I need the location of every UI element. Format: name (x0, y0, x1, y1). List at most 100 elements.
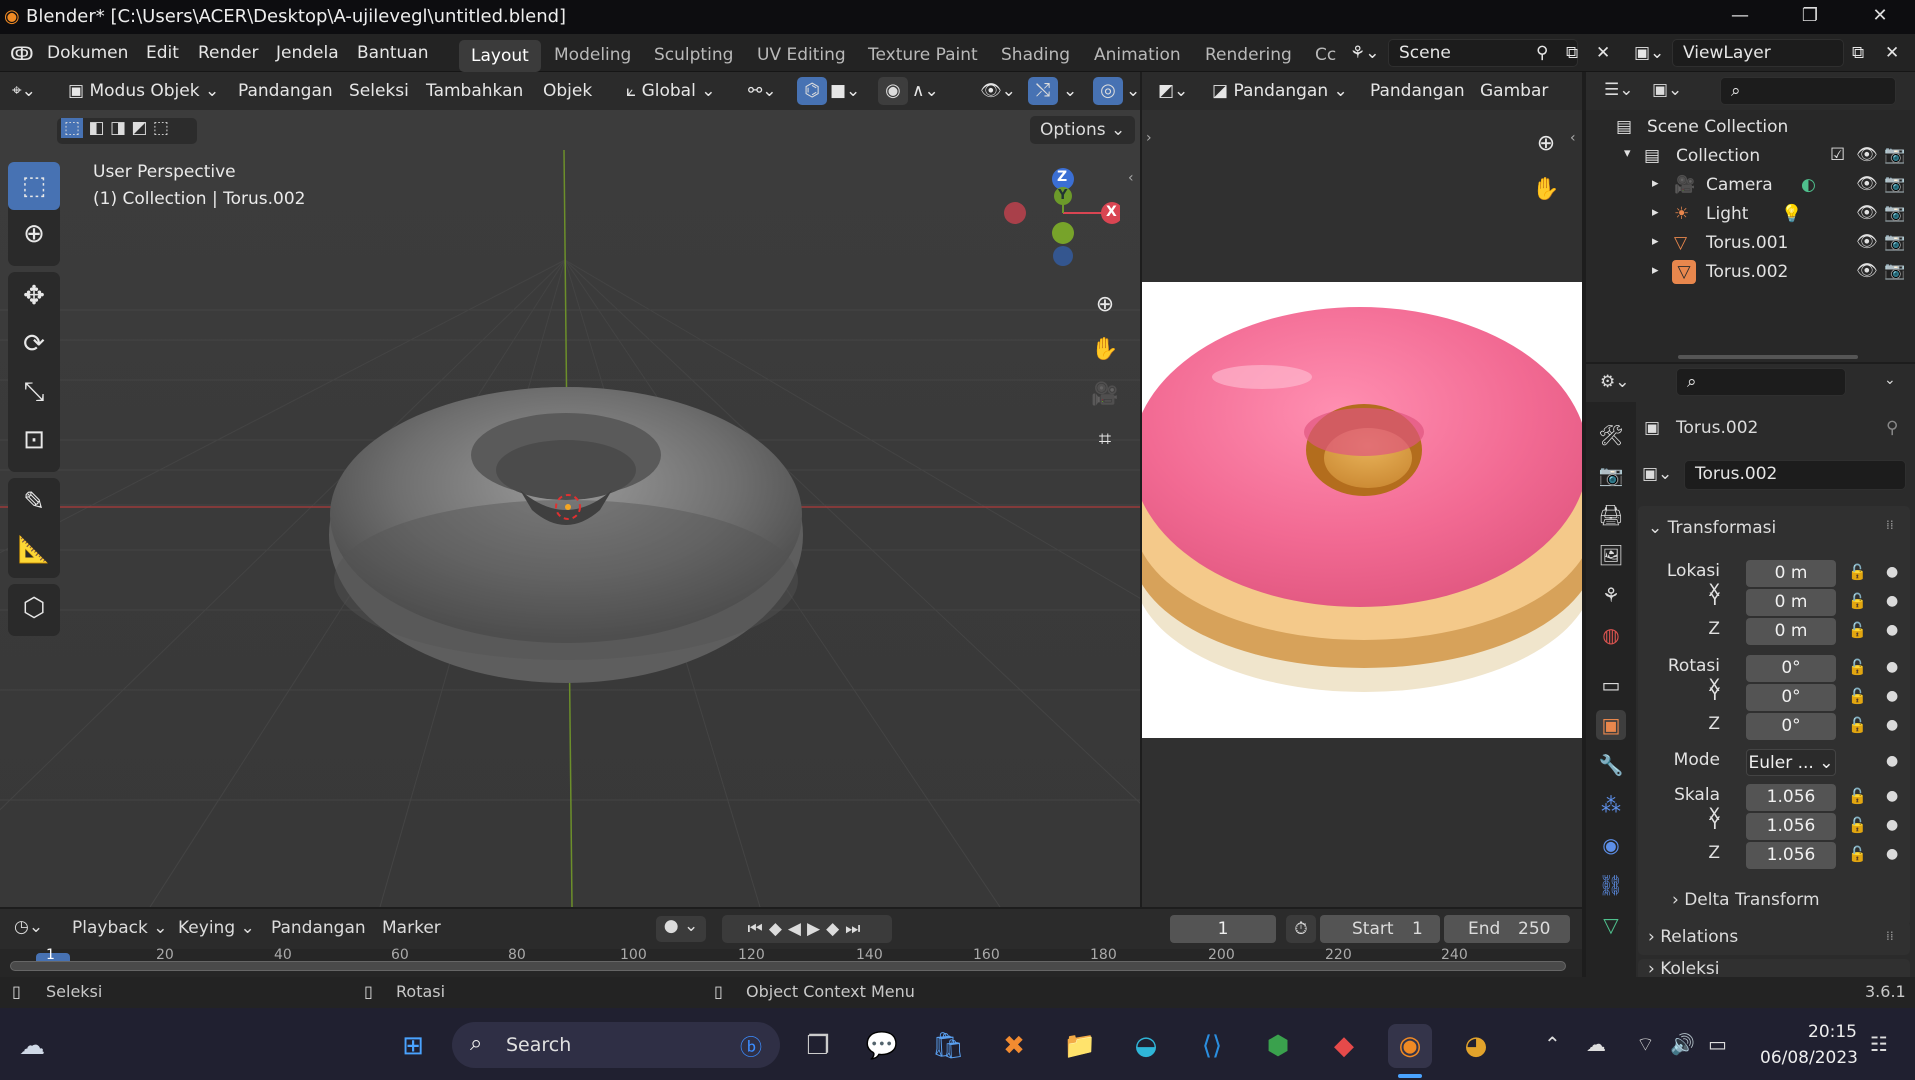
stopwatch-icon[interactable]: ⏱ (1286, 915, 1316, 943)
collection-tab-icon[interactable]: ▭ (1596, 670, 1626, 700)
pin-icon[interactable]: ⚲ (1886, 418, 1898, 438)
lock-icon[interactable]: 🔓 (1848, 787, 1867, 805)
menu-render[interactable]: Render (198, 43, 259, 63)
menu-objek[interactable]: Objek (543, 81, 592, 101)
timeline-ruler[interactable]: 1 20 40 60 80 100 120 140 160 180 200 22… (0, 947, 1582, 977)
image-zoom-icon[interactable]: ⊕ (1526, 124, 1566, 164)
display-mode-icon[interactable]: ▣⌄ (1652, 80, 1682, 100)
koleksi-panel-header[interactable]: › Koleksi (1648, 959, 1720, 977)
new-scene-icon[interactable]: ⧉ (1566, 43, 1578, 63)
current-frame-field[interactable]: 1 (1170, 915, 1276, 943)
grid-view-icon[interactable]: ⌗ (1085, 420, 1125, 460)
play-icon[interactable]: ▶ (807, 919, 826, 939)
jump-end-icon[interactable]: ⏭ (845, 919, 866, 939)
weather-icon[interactable]: ☁ (10, 1024, 54, 1068)
menu-edit[interactable]: Edit (146, 43, 179, 63)
pivot-icon[interactable]: ⚯⌄ (748, 81, 777, 101)
delta-transform-subpanel[interactable]: › Delta Transform (1672, 890, 1820, 910)
keyframe-dot-icon[interactable]: ● (1886, 688, 1898, 704)
end-frame-field[interactable]: End 250 (1444, 915, 1570, 943)
lock-icon[interactable]: 🔓 (1848, 816, 1867, 834)
keyframe-dot-icon[interactable]: ● (1886, 753, 1898, 769)
keyframe-dot-icon[interactable]: ● (1886, 846, 1898, 862)
tab-modeling[interactable]: Modeling (542, 42, 643, 68)
rotation-x-field[interactable]: 0° (1746, 655, 1836, 682)
image-pan-hand-icon[interactable]: ✋ (1526, 170, 1566, 210)
image-menu-gambar[interactable]: Gambar (1480, 81, 1548, 101)
expand-icon[interactable]: ▸ (1652, 205, 1659, 220)
tab-more[interactable]: Cc (1303, 42, 1348, 68)
next-keyframe-icon[interactable]: ◆ (826, 919, 845, 939)
drag-handle-icon[interactable]: ⁞⁞ (1886, 518, 1894, 532)
cursor-tool-icon[interactable]: ⊕ (8, 210, 60, 258)
render-camera-icon[interactable]: 📷 (1884, 232, 1905, 252)
eye-icon[interactable]: 👁 (1856, 261, 1878, 281)
relations-panel[interactable]: › Relations ⁞⁞ (1638, 921, 1910, 955)
menu-seleksi[interactable]: Seleksi (349, 81, 409, 101)
sidebar-toggle-icon[interactable]: ‹ (1128, 170, 1134, 186)
expand-icon[interactable]: ▸ (1652, 176, 1659, 191)
menu-dokumen[interactable]: Dokumen (47, 43, 128, 63)
relations-panel-header[interactable]: › Relations (1648, 927, 1738, 947)
lock-icon[interactable]: 🔓 (1848, 658, 1867, 676)
chat-icon[interactable]: 💬 (860, 1024, 904, 1068)
minimize-button[interactable]: — (1705, 0, 1775, 34)
lock-icon[interactable]: 🔓 (1848, 563, 1867, 581)
image-editor-type-icon[interactable]: ◩⌄ (1158, 81, 1188, 101)
maximize-button[interactable]: ❐ (1775, 0, 1845, 34)
gitkraken-icon[interactable]: ◆ (1322, 1024, 1366, 1068)
timeline-scrollbar[interactable] (10, 961, 1566, 971)
lock-icon[interactable]: 🔓 (1848, 621, 1867, 639)
scene-selector-icon[interactable]: ⚘⌄ (1350, 43, 1379, 63)
camera-view-icon[interactable]: 🎥 (1085, 375, 1125, 415)
keyframe-dot-icon[interactable]: ● (1886, 593, 1898, 609)
windows-start-icon[interactable]: ⊞ (391, 1024, 435, 1068)
collapse-icon[interactable]: ▾ (1624, 146, 1631, 161)
keyframe-dot-icon[interactable]: ● (1886, 622, 1898, 638)
close-button[interactable]: ✕ (1845, 0, 1915, 34)
transform-tool-icon[interactable]: ⊡ (8, 416, 60, 464)
keyframe-dot-icon[interactable]: ● (1886, 659, 1898, 675)
snap-target-icon[interactable]: ■⌄ (830, 81, 860, 101)
image-menu-pandangan[interactable]: Pandangan (1370, 81, 1465, 101)
select-invert-icon[interactable]: ◩ (131, 118, 147, 138)
viewlayer-name-field[interactable]: ViewLayer (1672, 39, 1844, 67)
play-reverse-icon[interactable]: ◀ (788, 919, 807, 939)
prev-keyframe-icon[interactable]: ◆ (769, 919, 788, 939)
delete-scene-icon[interactable]: ✕ (1596, 43, 1610, 63)
cube-app-icon[interactable]: ⬢ (1256, 1024, 1300, 1068)
add-cube-tool-icon[interactable]: ⬡ (8, 584, 60, 632)
tab-rendering[interactable]: Rendering (1193, 42, 1304, 68)
menu-bantuan[interactable]: Bantuan (357, 43, 429, 63)
timeline-type-icon[interactable]: ◷⌄ (14, 917, 43, 937)
timeline-menu-pandangan[interactable]: Pandangan (271, 918, 366, 938)
timeline-menu-marker[interactable]: Marker (382, 918, 441, 938)
render-camera-icon[interactable]: 📷 (1884, 203, 1905, 223)
editor-type-icon[interactable]: ⌖⌄ (12, 81, 36, 101)
scene-tab-icon[interactable]: ⚘ (1596, 580, 1626, 610)
gizmo-dropdown-icon[interactable]: ⌄ (1063, 81, 1077, 101)
physics-tab-icon[interactable]: ◉ (1596, 830, 1626, 860)
options-button[interactable]: Options ⌄ (1030, 116, 1136, 144)
bing-icon[interactable]: ⓑ (740, 1030, 762, 1062)
render-tab-icon[interactable]: 📷 (1596, 460, 1626, 490)
overlay-toggle-icon[interactable]: ◎ (1093, 77, 1123, 105)
file-explorer-icon[interactable]: 📁 (1058, 1024, 1102, 1068)
volume-icon[interactable]: 🔊 (1670, 1032, 1695, 1056)
rotation-y-field[interactable]: 0° (1746, 684, 1836, 711)
pan-hand-icon[interactable]: ✋ (1085, 330, 1125, 370)
scale-x-field[interactable]: 1.056 (1746, 784, 1836, 811)
tab-shading[interactable]: Shading (989, 42, 1082, 68)
render-camera-icon[interactable]: 📷 (1884, 145, 1905, 165)
image-view-dropdown[interactable]: ◪ Pandangan ⌄ (1212, 81, 1348, 101)
keyframe-dot-icon[interactable]: ● (1886, 817, 1898, 833)
object-tab-icon[interactable]: ▣ (1596, 710, 1626, 740)
rotate-tool-icon[interactable]: ⟳ (8, 320, 60, 368)
select-new-icon[interactable]: ⬚ (61, 118, 84, 138)
output-tab-icon[interactable]: 🖨 (1596, 500, 1626, 530)
pin-icon[interactable]: ⚲ (1536, 43, 1548, 63)
notification-icon[interactable]: ☷ (1870, 1032, 1888, 1056)
start-frame-field[interactable]: Start 1 (1320, 915, 1440, 943)
record-button[interactable]: ● ⌄ (656, 916, 706, 942)
outliner-item-camera[interactable]: ▸ 🎥 Camera ◐ 👁 📷 (1586, 171, 1915, 200)
